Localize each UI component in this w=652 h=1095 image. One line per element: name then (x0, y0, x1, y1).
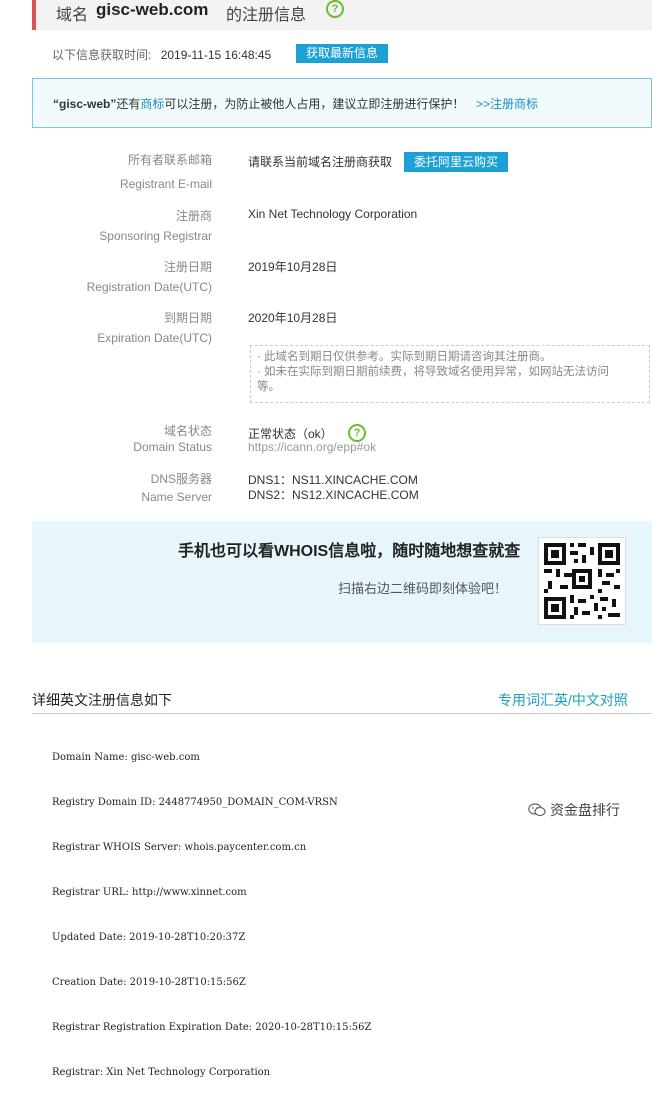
status-label-en: Domain Status (133, 440, 212, 454)
expiration-note: · 此域名到期日仅供参考。实际到期日期请咨询其注册商。 · 如未在实际到期日期前… (250, 345, 650, 403)
mobile-promo-banner: 手机也可以看WHOIS信息啦，随时随地想查就查 扫描右边二维码即刻体验吧！ (32, 521, 652, 643)
whois-line: Registrar Registration Expiration Date: … (52, 1022, 372, 1033)
email-value: 请联系当前域名注册商获取 (248, 155, 393, 169)
dns-label: DNS服务器 Name Server (32, 470, 212, 506)
whois-line: Registrar URL: http://www.xinnet.com (52, 887, 247, 898)
qr-code-icon (538, 537, 626, 625)
raw-whois: Domain Name: gisc-web.com Registry Domai… (52, 720, 371, 1095)
reg-date-label: 注册日期 Registration Date(UTC) (32, 257, 212, 297)
exp-date-label: 到期日期 Expiration Date(UTC) (32, 308, 212, 348)
promo-subtitle: 扫描右边二维码即刻体验吧！ (338, 581, 508, 596)
aliyun-buy-button[interactable]: 委托阿里云购买 (404, 152, 509, 172)
exp-date-value: 2020年10月28日 (248, 311, 338, 325)
reg-date-label-cn: 注册日期 (163, 260, 212, 274)
notice-text1: 还有 (116, 97, 141, 111)
glossary-link[interactable]: 专用词汇英/中文对照 (498, 690, 628, 710)
help-circle-icon[interactable]: ? (326, 0, 344, 18)
trademark-link[interactable]: 商标 (140, 97, 164, 111)
register-trademark-link[interactable]: >>注册商标 (476, 95, 538, 112)
dns1: DNS1：NS11.XINCACHE.COM (248, 473, 418, 487)
dns-label-cn: DNS服务器 (150, 472, 212, 486)
dns-label-en: Name Server (141, 490, 212, 504)
refresh-info-button[interactable]: 获取最新信息 (296, 44, 389, 63)
note-line-2: · 如未在实际到期日期前续费，将导致域名使用异常，如网站无法访问 (257, 366, 610, 378)
status-label: 域名状态 Domain Status (32, 423, 212, 455)
reg-date-value: 2019年10月28日 (248, 260, 338, 274)
status-link[interactable]: https://icann.org/epp#ok (248, 440, 376, 454)
fetch-time: 2019-11-15 16:48:45 (160, 48, 272, 62)
dns2: DNS2：NS12.XINCACHE.COM (248, 488, 419, 502)
whois-line: Creation Date: 2019-10-28T10:15:56Z (52, 977, 246, 988)
registrar-value: Xin Net Technology Corporation (248, 207, 418, 221)
fetch-label: 以下信息获取时间: (52, 48, 152, 62)
domain-name: gisc-web.com (96, 0, 209, 19)
watermark-text: 资金盘排行 (550, 802, 620, 818)
reg-date-label-en: Registration Date(UTC) (86, 280, 212, 294)
wechat-icon (528, 803, 546, 817)
status-label-cn: 域名状态 (163, 424, 212, 438)
watermark: 资金盘排行 (528, 800, 620, 820)
registrar-label: 注册商 Sponsoring Registrar (32, 206, 212, 246)
notice-text2: 可以注册，为防止被他人占用，建议立即注册进行保护！ (164, 97, 465, 111)
promo-title: 手机也可以看WHOIS信息啦，随时随地想查就查 (178, 543, 521, 560)
note-line-1: · 此域名到期日仅供参考。实际到期日期请咨询其注册商。 (257, 351, 552, 363)
trademark-notice: “gisc-web”还有商标可以注册，为防止被他人占用，建议立即注册进行保护！ … (32, 78, 652, 128)
email-label-en: Registrant E-mail (119, 177, 212, 191)
note-line-3: 等。 (257, 381, 280, 393)
notice-domain: “gisc-web” (53, 97, 117, 111)
whois-line: Domain Name: gisc-web.com (52, 752, 200, 763)
divider (32, 713, 652, 714)
whois-line: Registrar WHOIS Server: whois.paycenter.… (52, 842, 307, 853)
exp-date-label-en: Expiration Date(UTC) (97, 331, 212, 345)
detail-title: 详细英文注册信息如下 (32, 692, 172, 708)
dns-values: DNS1：NS11.XINCACHE.COM DNS2：NS12.XINCACH… (248, 473, 419, 503)
email-label-cn: 所有者联系邮箱 (127, 153, 212, 167)
whois-line: Updated Date: 2019-10-28T10:20:37Z (52, 932, 246, 943)
exp-date-label-cn: 到期日期 (163, 311, 212, 325)
page-header: 域名 gisc-web.com 的注册信息 ? (32, 0, 652, 30)
registrar-label-en: Sponsoring Registrar (99, 229, 212, 243)
registrar-label-cn: 注册商 (175, 209, 212, 223)
fetch-info: 以下信息获取时间: 2019-11-15 16:48:45 (52, 46, 271, 63)
whois-line: Registrar: Xin Net Technology Corporatio… (52, 1067, 271, 1078)
header-suffix: 的注册信息 (226, 7, 307, 24)
header-label: 域名 (56, 7, 89, 24)
whois-line: Registry Domain ID: 2448774950_DOMAIN_CO… (52, 797, 338, 808)
email-label: 所有者联系邮箱 Registrant E-mail (32, 150, 212, 194)
